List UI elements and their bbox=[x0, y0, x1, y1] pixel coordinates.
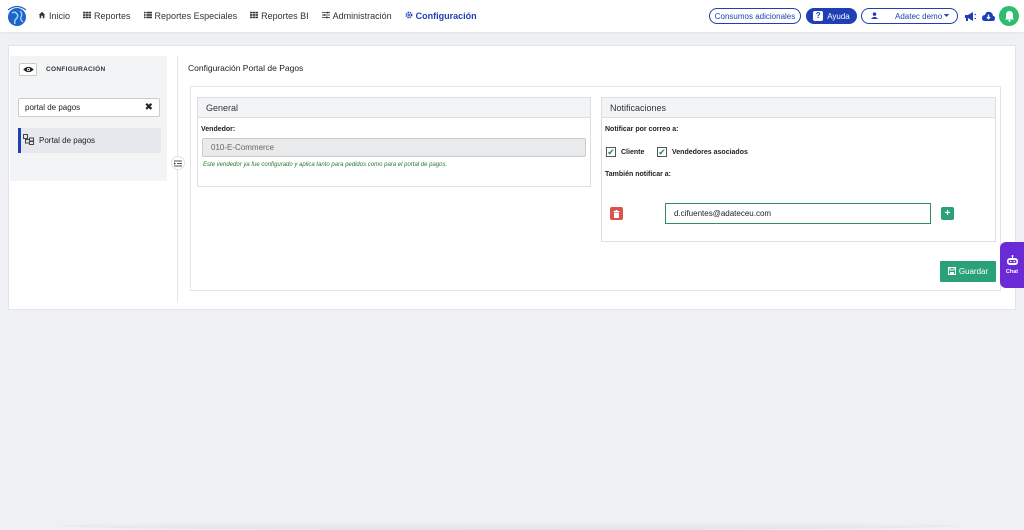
content-box: General Vendedor: 010-E-Commerce Este ve… bbox=[190, 86, 1001, 291]
checkmark-icon: ✔ bbox=[657, 147, 667, 157]
sidebar-search-input[interactable]: portal de pagos ✖ bbox=[18, 98, 160, 117]
user-name: Adatec demo bbox=[895, 11, 943, 21]
chat-label: Chat bbox=[1005, 269, 1019, 275]
nav-item-configuracion[interactable]: Configuración bbox=[405, 11, 477, 21]
general-panel: General Vendedor: 010-E-Commerce Este ve… bbox=[197, 97, 591, 187]
nav-item-label: Reportes BI bbox=[261, 11, 309, 21]
sidebar-item-label: Portal de pagos bbox=[39, 136, 96, 145]
chat-tab[interactable]: Chat bbox=[1000, 242, 1024, 288]
nav-item-label: Configuración bbox=[415, 11, 477, 21]
grid-icon bbox=[83, 11, 92, 21]
notifications-panel-title: Notificaciones bbox=[602, 98, 995, 118]
save-button[interactable]: Guardar bbox=[940, 261, 996, 282]
save-label: Guardar bbox=[958, 267, 989, 276]
globe-logo-icon[interactable] bbox=[6, 4, 28, 28]
vertical-divider bbox=[177, 56, 178, 303]
also-notify-label: También notificar a: bbox=[605, 171, 671, 178]
checkmark-icon: ✔ bbox=[606, 147, 616, 157]
cloud-download-icon[interactable] bbox=[981, 9, 995, 23]
sidebar-title: CONFIGURACIÓN bbox=[46, 66, 106, 73]
nav-item-reportes-especiales[interactable]: Reportes Especiales bbox=[143, 11, 238, 21]
nav-item-inicio[interactable]: Inicio bbox=[38, 11, 70, 21]
notifications-panel: Notificaciones Notificar por correo a: ✔… bbox=[601, 97, 996, 242]
robot-icon bbox=[1006, 255, 1018, 265]
nav-item-reportes[interactable]: Reportes bbox=[83, 11, 131, 21]
consumos-adicionales-button[interactable]: Consumos adicionales bbox=[709, 8, 801, 24]
megaphone-icon[interactable] bbox=[963, 9, 977, 23]
nav-item-administracion[interactable]: Administración bbox=[321, 11, 392, 21]
nav-item-label: Reportes Especiales bbox=[154, 11, 238, 21]
help-button[interactable]: ? Ayuda bbox=[806, 8, 857, 24]
general-panel-title: General bbox=[198, 98, 590, 118]
grid-icon bbox=[250, 11, 259, 21]
checkbox-label: Cliente bbox=[621, 148, 645, 156]
main-nav: Inicio Reportes Reportes Especiales Repo… bbox=[38, 0, 477, 32]
nav-item-label: Administración bbox=[332, 11, 392, 21]
collapse-sidebar-icon[interactable] bbox=[171, 156, 185, 170]
vendor-input[interactable]: 010-E-Commerce bbox=[202, 138, 586, 157]
top-navbar: Inicio Reportes Reportes Especiales Repo… bbox=[0, 0, 1024, 32]
email-value: d.cifuentes@adateceu.com bbox=[674, 209, 772, 218]
floppy-disk-icon bbox=[947, 266, 956, 277]
sidebar-item-portal-de-pagos[interactable]: Portal de pagos bbox=[18, 128, 161, 153]
nav-item-reportes-bi[interactable]: Reportes BI bbox=[250, 11, 309, 21]
checkbox-vendedores-asociados[interactable]: ✔ Vendedores asociados bbox=[657, 147, 748, 157]
nav-item-label: Reportes bbox=[94, 11, 131, 21]
bottom-shadow bbox=[60, 522, 960, 530]
gear-icon bbox=[405, 11, 413, 21]
plus-icon: + bbox=[944, 208, 951, 219]
add-email-button[interactable]: + bbox=[941, 207, 954, 220]
user-icon bbox=[871, 11, 878, 21]
checkbox-label: Vendedores asociados bbox=[672, 148, 748, 156]
vendor-label: Vendedor: bbox=[201, 126, 236, 133]
checkbox-cliente[interactable]: ✔ Cliente bbox=[606, 147, 644, 157]
list-icon bbox=[143, 11, 152, 21]
sidebar-header: CONFIGURACIÓN bbox=[19, 63, 106, 76]
user-select[interactable]: Adatec demo bbox=[861, 8, 958, 24]
portal-tree-icon bbox=[23, 134, 34, 147]
config-sidebar: CONFIGURACIÓN portal de pagos ✖ Portal d… bbox=[10, 56, 167, 181]
home-icon bbox=[38, 11, 46, 21]
trash-icon bbox=[613, 209, 620, 218]
page-title: Configuración Portal de Pagos bbox=[188, 63, 304, 73]
close-icon[interactable]: ✖ bbox=[145, 102, 153, 113]
help-label: Ayuda bbox=[827, 11, 850, 21]
question-icon: ? bbox=[813, 11, 824, 21]
sliders-icon bbox=[321, 11, 330, 21]
chevron-down-icon bbox=[943, 12, 950, 21]
nav-item-label: Inicio bbox=[49, 11, 71, 21]
vendor-hint: Este vendedor ya fue configurado y aplic… bbox=[203, 162, 448, 168]
notifications-bell-icon[interactable] bbox=[999, 6, 1019, 26]
search-value: portal de pagos bbox=[25, 103, 81, 112]
eye-icon[interactable] bbox=[19, 63, 37, 76]
notify-label: Notificar por correo a: bbox=[605, 126, 679, 133]
delete-email-button[interactable] bbox=[610, 207, 623, 220]
vendor-value: 010-E-Commerce bbox=[211, 143, 275, 152]
email-field[interactable]: d.cifuentes@adateceu.com bbox=[665, 203, 931, 224]
